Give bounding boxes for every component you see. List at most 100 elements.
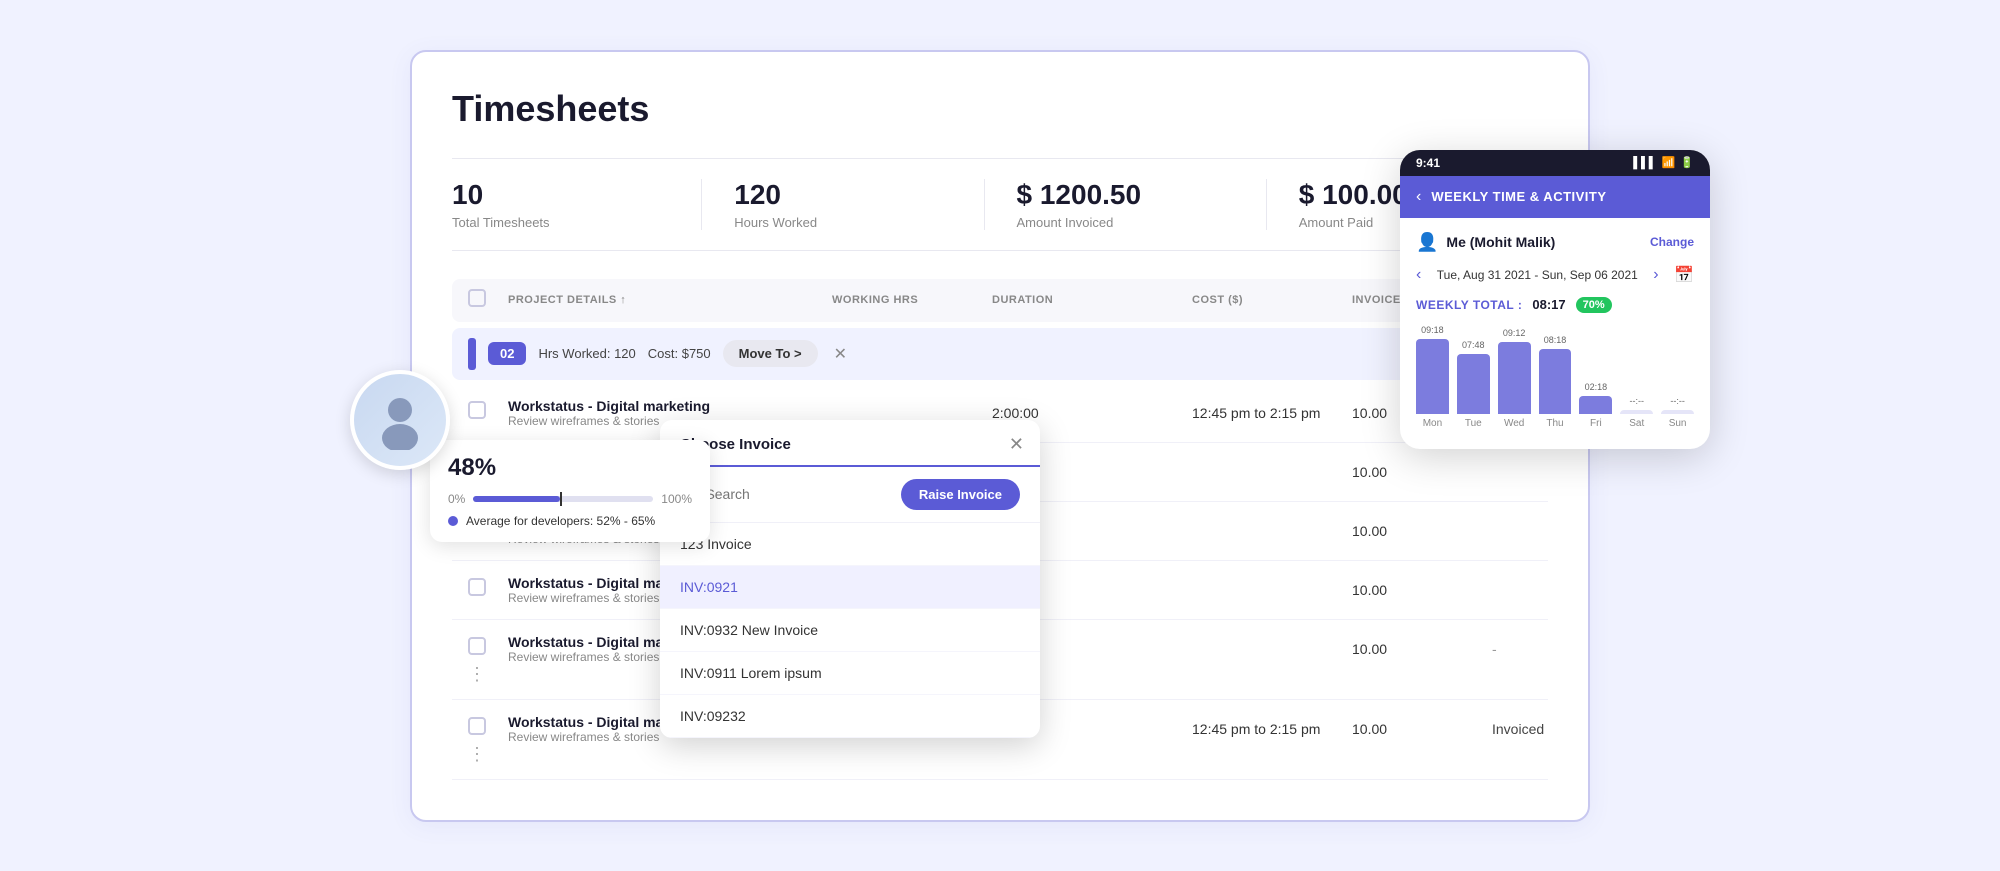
col-duration-header: DURATION — [992, 294, 1192, 306]
bar-day-mon: Mon — [1423, 418, 1442, 429]
raise-invoice-button[interactable]: Raise Invoice — [901, 479, 1020, 510]
mobile-status-bar: 9:41 ▌▌▌ 📶 🔋 — [1400, 150, 1710, 176]
pct-bar-row: 0% 100% — [448, 492, 692, 506]
outer-container: Timesheets 10 Total Timesheets 120 Hours… — [350, 50, 1650, 822]
table-header: PROJECT DETAILS ↑ WORKING HRS DURATION C… — [452, 279, 1548, 322]
prev-date-button[interactable]: ‹ — [1416, 266, 1421, 284]
row-checkbox-4[interactable] — [468, 578, 508, 601]
date-nav: ‹ Tue, Aug 31 2021 - Sun, Sep 06 2021 › … — [1416, 265, 1694, 285]
bar-day-fri: Fri — [1590, 418, 1602, 429]
dropdown-search-row: 🔍 Raise Invoice — [660, 467, 1040, 523]
row-number-badge: 02 — [488, 342, 526, 365]
user-row: 👤 Me (Mohit Malik) Change — [1416, 232, 1694, 253]
pct-max-label: 100% — [661, 492, 692, 506]
bar-col-mon: 09:18 Mon — [1416, 325, 1449, 429]
cost-5: 10.00 — [1352, 641, 1492, 657]
duration-1: 2:00:00 — [992, 405, 1192, 421]
signal-icon: ▌▌▌ — [1633, 157, 1656, 169]
row-menu-5[interactable]: ⋮ — [468, 664, 508, 685]
user-icon: 👤 — [1416, 232, 1438, 253]
bar-time-mon: 09:18 — [1421, 325, 1444, 335]
bar-time-fri: 02:18 — [1585, 382, 1608, 392]
close-row-button[interactable]: ✕ — [830, 340, 851, 368]
invoice-dropdown: Choose Invoice ✕ 🔍 Raise Invoice 123 Inv… — [660, 420, 1040, 738]
cost-3: 10.00 — [1352, 523, 1492, 539]
user-name: Me (Mohit Malik) — [1446, 234, 1555, 250]
cost-2: 10.00 — [1352, 464, 1492, 480]
invoice-status-6: Invoiced — [1492, 721, 1532, 737]
row-cost-info: Cost: $750 — [648, 346, 711, 361]
move-to-button[interactable]: Move To > — [723, 340, 818, 367]
stat-invoiced-value: $ 1200.50 — [1017, 179, 1234, 211]
invoice-option-5[interactable]: INV:09232 — [660, 695, 1040, 738]
bar-day-sun: Sun — [1669, 418, 1687, 429]
wifi-icon: 📶 — [1662, 156, 1676, 169]
row-hrs-info: Hrs Worked: 120 — [538, 346, 635, 361]
bar-day-tue: Tue — [1465, 418, 1482, 429]
row-checkbox-6[interactable] — [468, 717, 508, 740]
bar-time-wed: 09:12 — [1503, 328, 1526, 338]
cost-4: 10.00 — [1352, 582, 1492, 598]
bar-time-tue: 07:48 — [1462, 340, 1485, 350]
change-user-button[interactable]: Change — [1650, 235, 1694, 249]
stat-total-label: Total Timesheets — [452, 215, 669, 230]
mobile-header: ‹ WEEKLY TIME & ACTIVITY — [1400, 176, 1710, 218]
bar-wed — [1498, 342, 1531, 414]
dropdown-close-button[interactable]: ✕ — [1009, 434, 1024, 455]
battery-icon: 🔋 — [1680, 156, 1694, 169]
bar-time-thu: 08:18 — [1544, 335, 1567, 345]
row-menu-6[interactable]: ⋮ — [468, 744, 508, 765]
bar-day-wed: Wed — [1504, 418, 1524, 429]
invoice-option-4[interactable]: INV:0911 Lorem ipsum — [660, 652, 1040, 695]
col-project-header: PROJECT DETAILS ↑ — [508, 294, 832, 306]
status-time: 9:41 — [1416, 156, 1440, 170]
bar-time-sat: --:-- — [1629, 396, 1644, 406]
cost-6: 10.00 — [1352, 721, 1492, 737]
select-all-checkbox[interactable] — [468, 289, 508, 312]
bar-day-thu: Thu — [1546, 418, 1563, 429]
bar-fri — [1579, 396, 1612, 414]
bar-col-sun: --:--Sun — [1661, 396, 1694, 429]
row-checkbox-1[interactable] — [468, 401, 508, 424]
page-title: Timesheets — [452, 88, 1548, 130]
next-date-button[interactable]: › — [1653, 266, 1658, 284]
bar-sun — [1661, 410, 1694, 414]
invoice-search-input[interactable] — [705, 486, 892, 502]
calendar-icon[interactable]: 📅 — [1674, 265, 1694, 285]
bar-chart: 09:18Mon07:48Tue09:12Wed08:18Thu02:18Fri… — [1416, 329, 1694, 429]
stats-row: 10 Total Timesheets 120 Hours Worked $ 1… — [452, 158, 1548, 251]
invoice-option-1[interactable]: 123 Invoice — [660, 523, 1040, 566]
avg-dot-icon — [448, 516, 458, 526]
date-range: Tue, Aug 31 2021 - Sun, Sep 06 2021 — [1437, 268, 1638, 282]
mobile-status-icons: ▌▌▌ 📶 🔋 — [1633, 156, 1694, 169]
avg-text: Average for developers: 52% - 65% — [448, 514, 692, 528]
percent-badge: 70% — [1576, 297, 1612, 313]
back-arrow-icon[interactable]: ‹ — [1416, 188, 1421, 206]
active-indicator — [468, 338, 476, 370]
col-working-hrs-header: WORKING HRS — [832, 294, 992, 306]
invoice-option-3[interactable]: INV:0932 New Invoice — [660, 609, 1040, 652]
invoice-option-2[interactable]: INV:0921 — [660, 566, 1040, 609]
weekly-label: WEEKLY TOTAL : — [1416, 298, 1522, 312]
pct-min-label: 0% — [448, 492, 465, 506]
bar-col-tue: 07:48 Tue — [1457, 340, 1490, 429]
row-checkbox-5[interactable] — [468, 637, 508, 660]
stat-total-value: 10 — [452, 179, 669, 211]
invoice-status-5: - — [1492, 641, 1532, 657]
bar-col-fri: 02:18 Fri — [1579, 382, 1612, 429]
stat-hours-label: Hours Worked — [734, 215, 951, 230]
bar-mon — [1416, 339, 1449, 414]
stat-invoiced-label: Amount Invoiced — [1017, 215, 1234, 230]
avg-text-label: Average for developers: 52% - 65% — [466, 514, 655, 528]
avatar-area — [350, 370, 450, 470]
active-table-row: 02 Hrs Worked: 120 Cost: $750 Move To > … — [452, 328, 1548, 380]
stat-hours-worked: 120 Hours Worked — [734, 179, 984, 230]
pct-marker — [560, 492, 562, 506]
time-range-1: 12:45 pm to 2:15 pm — [1192, 405, 1352, 421]
mobile-body: 👤 Me (Mohit Malik) Change ‹ Tue, Aug 31 … — [1400, 218, 1710, 449]
bar-col-sat: --:--Sat — [1620, 396, 1653, 429]
bar-sat — [1620, 410, 1653, 414]
pct-fill — [473, 496, 559, 502]
avatar — [350, 370, 450, 470]
user-info: 👤 Me (Mohit Malik) — [1416, 232, 1555, 253]
